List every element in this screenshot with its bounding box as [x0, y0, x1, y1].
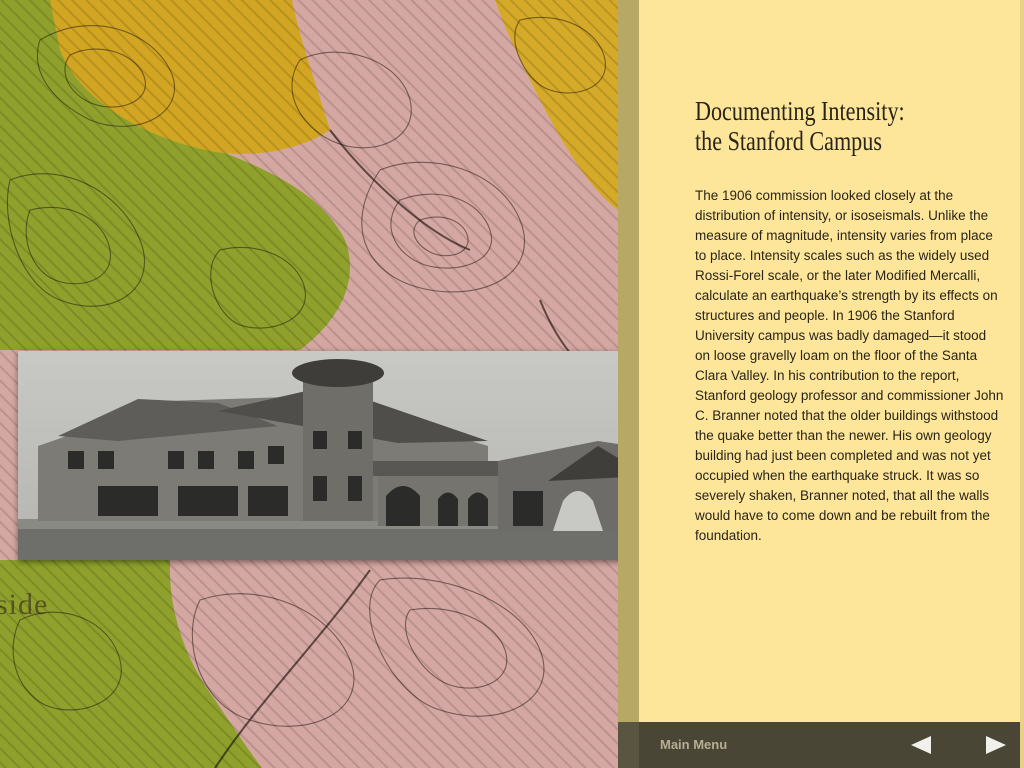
article-body: The 1906 commission looked closely at th…: [695, 188, 1004, 543]
right-edge-strip: [1020, 0, 1024, 768]
map-fragment-label: side: [0, 588, 49, 621]
panel-divider-bottom: [618, 722, 639, 768]
bottom-nav-bar: Main Menu: [639, 722, 1024, 768]
next-page-button[interactable]: [984, 734, 1008, 756]
main-menu-button[interactable]: Main Menu: [660, 737, 727, 752]
previous-page-button[interactable]: [909, 734, 933, 756]
triangle-left-icon: [911, 736, 931, 754]
article-panel: Documenting Intensity: the Stanford Camp…: [639, 0, 1024, 722]
panel-divider: [618, 0, 639, 722]
article-title-line2: the Stanford Campus: [695, 126, 882, 156]
stanford-geology-building-photo: [18, 351, 664, 560]
article-title: Documenting Intensity: the Stanford Camp…: [695, 96, 941, 156]
article-title-line1: Documenting Intensity:: [695, 96, 905, 126]
triangle-right-icon: [986, 736, 1006, 754]
